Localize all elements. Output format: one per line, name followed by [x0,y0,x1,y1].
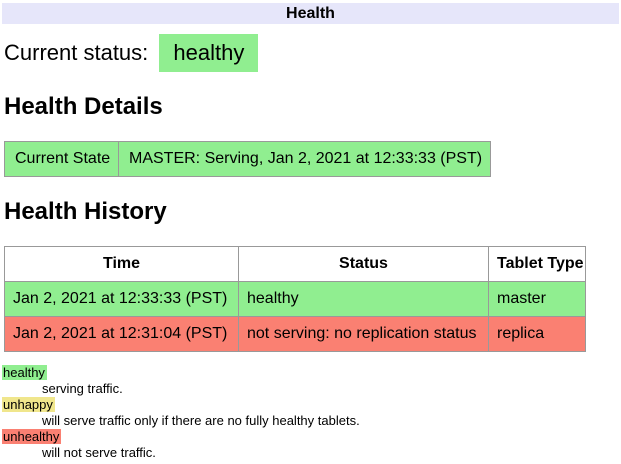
detail-value-cell: MASTER: Serving, Jan 2, 2021 at 12:33:33… [119,142,491,177]
detail-key-cell: Current State [5,142,119,177]
table-row: Jan 2, 2021 at 12:31:04 (PST) not servin… [5,317,586,352]
health-details-table: Current State MASTER: Serving, Jan 2, 20… [4,141,491,177]
column-header-time: Time [5,247,239,282]
table-row: Current State MASTER: Serving, Jan 2, 20… [5,142,491,177]
legend-description: serving traffic. [42,381,619,397]
history-time-cell: Jan 2, 2021 at 12:33:33 (PST) [5,282,239,317]
legend-term: unhealthy [2,429,619,445]
legend-term-unhappy: unhappy [2,397,55,412]
legend-term-healthy: healthy [2,365,47,380]
column-header-status: Status [239,247,489,282]
health-details-heading: Health Details [4,93,619,121]
legend: healthy serving traffic. unhappy will se… [2,365,619,461]
legend-description: will serve traffic only if there are no … [42,413,619,429]
current-status-badge: healthy [159,34,258,72]
history-tablet-type-cell: replica [489,317,586,352]
legend-description: will not serve traffic. [42,445,619,461]
page-title: Health [2,3,619,24]
legend-term-unhealthy: unhealthy [2,429,61,444]
health-history-heading: Health History [4,198,619,226]
current-status-line: Current status: healthy [4,34,619,72]
history-status-cell: healthy [239,282,489,317]
legend-term: healthy [2,365,619,381]
history-status-cell: not serving: no replication status [239,317,489,352]
table-header-row: Time Status Tablet Type [5,247,586,282]
health-history-table: Time Status Tablet Type Jan 2, 2021 at 1… [4,246,586,352]
history-tablet-type-cell: master [489,282,586,317]
column-header-tablet-type: Tablet Type [489,247,586,282]
table-row: Jan 2, 2021 at 12:33:33 (PST) healthy ma… [5,282,586,317]
current-status-label: Current status: [4,40,148,65]
legend-term: unhappy [2,397,619,413]
history-time-cell: Jan 2, 2021 at 12:31:04 (PST) [5,317,239,352]
